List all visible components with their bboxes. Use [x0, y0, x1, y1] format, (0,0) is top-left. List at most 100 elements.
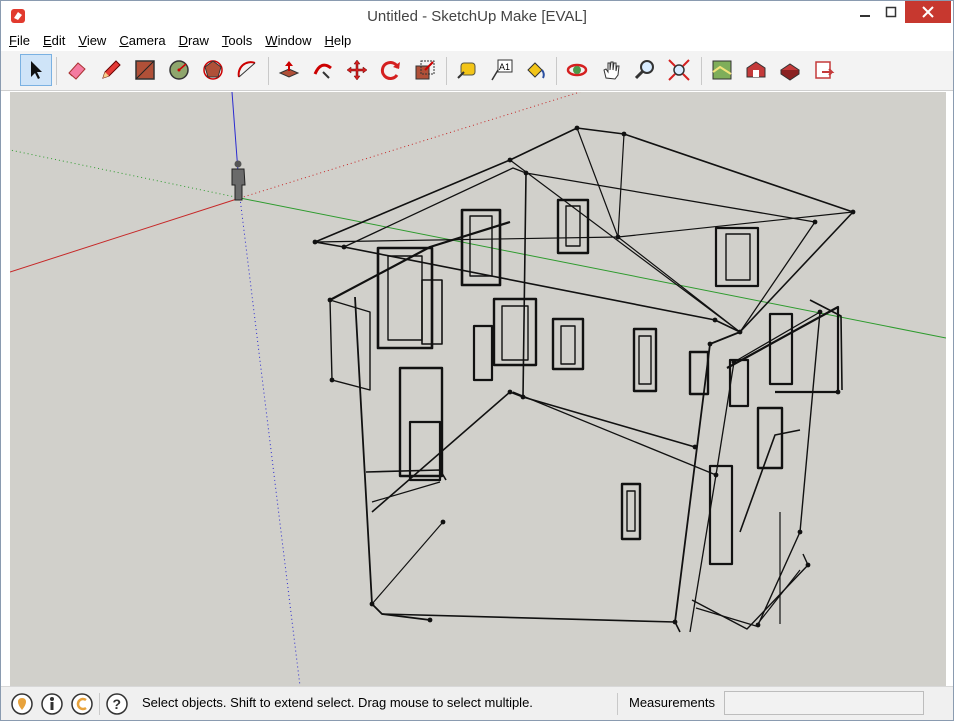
menu-edit[interactable]: Edit — [35, 32, 70, 51]
svg-text:A1: A1 — [499, 62, 510, 72]
maximize-icon — [885, 6, 897, 18]
status-message: Select objects. Shift to extend select. … — [142, 695, 533, 710]
scale-tool-button[interactable] — [409, 54, 441, 86]
minimize-icon — [860, 15, 870, 17]
menu-label: ools — [228, 33, 253, 48]
paint-bucket-icon — [527, 62, 545, 79]
pencil-tool-button[interactable] — [95, 54, 127, 86]
menu-accelerator: E — [42, 33, 52, 48]
move-icon — [346, 59, 368, 81]
menu-label: elp — [333, 33, 352, 48]
orbit-tool-button[interactable] — [561, 54, 593, 86]
menu-label: indow — [277, 33, 312, 48]
menu-bar: File Edit View Camera Draw Tools Window Help — [1, 32, 953, 51]
minimize-button[interactable] — [851, 1, 879, 23]
house-wireframe — [314, 127, 854, 633]
menu-label: amera — [128, 33, 166, 48]
red-axis-dotted — [239, 92, 581, 199]
map-icon — [712, 60, 732, 80]
credits-icon[interactable] — [40, 692, 64, 716]
menu-view[interactable]: View — [70, 32, 111, 51]
push-pull-tool-button[interactable] — [273, 54, 305, 86]
follow-me-icon — [313, 63, 332, 79]
arc-tool-button[interactable] — [231, 54, 263, 86]
menu-accelerator: W — [265, 33, 278, 48]
help-icon[interactable]: ? — [105, 692, 129, 716]
rectangle-tool-button[interactable] — [129, 54, 161, 86]
orbit-icon — [566, 63, 588, 77]
share-model-icon — [815, 61, 835, 79]
large-toolset-toolbar: A1 — [1, 51, 953, 91]
menu-accelerator: V — [78, 33, 87, 48]
extension-warehouse-icon — [780, 63, 800, 81]
sketchup-window: Untitled - SketchUp Make [EVAL] File Edit… — [0, 0, 954, 721]
warehouse-icon — [746, 61, 766, 78]
polygon-tool-button[interactable] — [197, 54, 229, 86]
zoom-extents-icon — [668, 59, 690, 81]
arc-icon — [237, 61, 256, 78]
text-tool-button[interactable]: A1 — [485, 54, 517, 86]
menu-label: ile — [16, 33, 30, 48]
green-axis — [239, 197, 946, 339]
scale-figure — [231, 160, 246, 201]
warehouse-button[interactable] — [740, 54, 772, 86]
move-tool-button[interactable] — [341, 54, 373, 86]
zoom-tool-button[interactable] — [629, 54, 661, 86]
circle-icon — [169, 60, 189, 80]
select-tool-button[interactable] — [20, 54, 52, 86]
svg-text:?: ? — [113, 696, 122, 712]
sign-in-icon[interactable] — [70, 692, 94, 716]
toolbar-separator — [268, 57, 269, 85]
maximize-button[interactable] — [877, 1, 905, 23]
toolbar-separator — [701, 57, 702, 85]
push-pull-icon — [278, 61, 300, 78]
select-icon — [31, 61, 42, 79]
add-location-button[interactable] — [706, 54, 738, 86]
toolbar-separator — [556, 57, 557, 85]
pencil-icon — [102, 60, 121, 79]
menu-file[interactable]: File — [1, 32, 35, 51]
zoom-icon — [634, 60, 654, 80]
menu-label: raw — [187, 33, 209, 48]
status-divider — [99, 693, 100, 715]
measurements-input[interactable] — [724, 691, 924, 715]
menu-label: dit — [51, 33, 66, 48]
eraser-tool-button[interactable] — [61, 54, 93, 86]
polygon-icon — [203, 60, 223, 80]
menu-accelerator: D — [178, 33, 188, 48]
window-title: Untitled - SketchUp Make [EVAL] — [367, 8, 587, 25]
close-icon — [922, 6, 934, 18]
close-button[interactable] — [905, 1, 951, 23]
menu-window[interactable]: Window — [257, 32, 316, 51]
blue-axis-dotted — [239, 197, 301, 686]
menu-help[interactable]: Help — [317, 32, 357, 51]
eraser-icon — [68, 62, 86, 80]
menu-accelerator: F — [9, 33, 17, 48]
paint-bucket-tool-button[interactable] — [519, 54, 551, 86]
extension-warehouse-button[interactable] — [774, 54, 806, 86]
geo-location-icon[interactable] — [10, 692, 34, 716]
rotate-icon — [380, 61, 400, 80]
scale-icon — [415, 60, 435, 80]
share-model-button[interactable] — [808, 54, 840, 86]
title-bar[interactable]: Untitled - SketchUp Make [EVAL] — [1, 1, 953, 32]
model-drawing-area[interactable] — [10, 92, 946, 686]
circle-tool-button[interactable] — [163, 54, 195, 86]
menu-camera[interactable]: Camera — [111, 32, 170, 51]
tape-measure-tool-button[interactable] — [451, 54, 483, 86]
status-divider — [617, 693, 618, 715]
rotate-tool-button[interactable] — [375, 54, 407, 86]
status-bar: ? Select objects. Shift to extend select… — [1, 686, 953, 720]
model-viewport[interactable] — [10, 92, 946, 686]
model-axes — [10, 92, 946, 686]
follow-me-tool-button[interactable] — [307, 54, 339, 86]
toolbar-separator — [56, 57, 57, 85]
menu-draw[interactable]: Draw — [171, 32, 214, 51]
toolbar-separator — [446, 57, 447, 85]
menu-tools[interactable]: Tools — [214, 32, 257, 51]
zoom-extents-tool-button[interactable] — [663, 54, 695, 86]
pan-icon — [603, 61, 620, 80]
measurements-label: Measurements — [629, 695, 715, 710]
pan-tool-button[interactable] — [595, 54, 627, 86]
red-axis — [10, 197, 241, 273]
